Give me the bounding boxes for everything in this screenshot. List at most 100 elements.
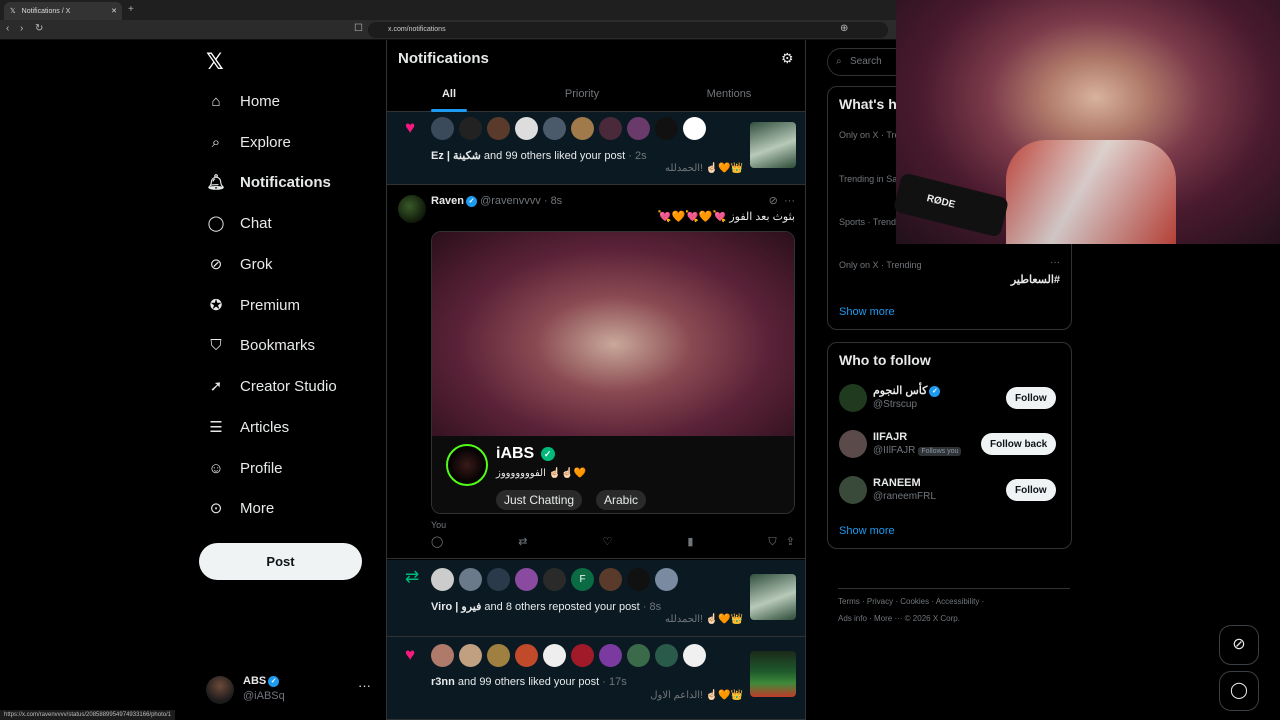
retweet-icon[interactable]: ⇄	[518, 535, 527, 549]
avatar[interactable]	[515, 117, 538, 140]
avatar[interactable]	[431, 568, 454, 591]
suggested-name-row[interactable]: كأس النجوم ✓	[873, 384, 941, 397]
nav-explore[interactable]: ⌕ Explore	[206, 130, 291, 154]
show-more-link[interactable]: Show more	[839, 306, 895, 318]
bookmark-page-icon[interactable]: ☐	[354, 23, 363, 34]
avatar[interactable]	[655, 568, 678, 591]
stream-screenshot[interactable]	[432, 232, 794, 436]
trend-name[interactable]: #السعاطير	[1011, 273, 1060, 286]
views-icon[interactable]: ▮	[687, 535, 693, 549]
avatar-letter[interactable]: F	[571, 568, 594, 591]
avatar[interactable]	[459, 644, 482, 667]
avatar[interactable]	[571, 644, 594, 667]
address-bar[interactable]: x.com/notifications	[368, 22, 888, 38]
post-thumbnail[interactable]	[750, 574, 796, 620]
avatar[interactable]	[398, 195, 426, 223]
nav-grok[interactable]: ⊘ Grok	[206, 252, 273, 276]
nav-articles[interactable]: ☰ Articles	[206, 415, 289, 439]
avatar[interactable]	[515, 568, 538, 591]
browser-tab[interactable]: 𝕏 Notifications / X ✕	[4, 2, 122, 20]
notification-like[interactable]: ♥ r3nn and 99 others liked your post · 1…	[387, 637, 805, 720]
trend-meta[interactable]: Only on X · Trending	[839, 260, 922, 270]
avatar[interactable]	[839, 430, 867, 458]
avatar[interactable]	[655, 644, 678, 667]
post-thumbnail[interactable]	[750, 122, 796, 168]
suggested-name[interactable]: RANEEM	[873, 477, 921, 489]
follow-back-button[interactable]: Follow back	[981, 433, 1057, 455]
avatar[interactable]	[543, 568, 566, 591]
avatar[interactable]	[515, 644, 538, 667]
trend-meta[interactable]: Trending in Sa	[839, 174, 897, 184]
back-icon[interactable]: ‹	[6, 23, 9, 34]
avatar[interactable]	[487, 117, 510, 140]
post-button[interactable]: Post	[199, 543, 362, 580]
avatar[interactable]	[683, 644, 706, 667]
avatar[interactable]	[839, 476, 867, 504]
tweet-author[interactable]: Raven ✓ @ravenvvvv · 8s	[431, 195, 562, 207]
avatar[interactable]	[655, 117, 678, 140]
bookmark-icon[interactable]: ⛉	[768, 536, 776, 548]
nav-premium[interactable]: ✪ Premium	[206, 293, 300, 317]
avatar[interactable]	[543, 117, 566, 140]
nav-more[interactable]: ⊙ More	[206, 496, 274, 520]
post-thumbnail[interactable]	[750, 651, 796, 697]
avatar[interactable]	[459, 117, 482, 140]
avatar[interactable]	[599, 568, 622, 591]
avatar[interactable]	[487, 644, 510, 667]
tweet[interactable]: Raven ✓ @ravenvvvv · 8s ⊘ ··· بثوث بعد ال…	[387, 185, 805, 559]
nav-home[interactable]: ⌂ Home	[206, 89, 280, 113]
nav-bookmarks[interactable]: ⛉ Bookmarks	[206, 333, 315, 357]
avatar[interactable]	[459, 568, 482, 591]
x-logo-icon[interactable]: 𝕏	[206, 50, 224, 75]
grok-icon[interactable]: ⊘	[1219, 625, 1259, 665]
tab-mentions[interactable]: Mentions	[669, 88, 789, 100]
avatar[interactable]	[599, 644, 622, 667]
tab-all[interactable]: All	[389, 88, 509, 100]
follow-button[interactable]: Follow	[1006, 387, 1056, 409]
new-tab-icon[interactable]: +	[128, 4, 134, 15]
nav-notifications[interactable]: 🔔︎ Notifications	[206, 170, 330, 194]
footer-line[interactable]: Ads info · More ··· © 2026 X Corp.	[838, 610, 1070, 627]
avatar[interactable]	[627, 117, 650, 140]
forward-icon[interactable]: ›	[20, 23, 23, 34]
tweet-media[interactable]: iABS ✓ الفوووووووز ☝🏻☝🏻🧡 Just Chatting A…	[431, 231, 795, 514]
reply-icon[interactable]: ◯	[431, 535, 443, 549]
nav-chat[interactable]: ◯ Chat	[206, 211, 272, 235]
gear-icon[interactable]: ⚙	[781, 50, 794, 67]
trend-meta[interactable]: Sports · Trend	[839, 217, 896, 227]
reload-icon[interactable]: ↻	[35, 23, 43, 34]
nav-profile[interactable]: ☺ Profile	[206, 456, 282, 480]
actor-name[interactable]: Viro | فيرو	[431, 601, 481, 613]
avatar[interactable]	[839, 384, 867, 412]
tab-priority[interactable]: Priority	[522, 88, 642, 100]
suggested-name[interactable]: IIFAJR	[873, 431, 907, 443]
close-tab-icon[interactable]: ✕	[111, 7, 117, 15]
avatar[interactable]	[431, 117, 454, 140]
avatar[interactable]	[683, 117, 706, 140]
avatar[interactable]	[571, 117, 594, 140]
actor-name[interactable]: Ez | شكينة	[431, 150, 481, 162]
footer-line[interactable]: Terms · Privacy · Cookies · Accessibilit…	[838, 593, 1070, 610]
show-more-link[interactable]: Show more	[839, 525, 895, 537]
more-options-icon[interactable]: ···	[358, 678, 371, 693]
notification-repost[interactable]: ⇄ F Viro | فيرو and 8 others reposted yo…	[387, 560, 805, 637]
actor-name[interactable]: r3nn	[431, 676, 455, 688]
avatar[interactable]	[627, 568, 650, 591]
like-icon[interactable]: ♡	[602, 535, 612, 549]
zoom-icon[interactable]: ⊕	[840, 23, 848, 34]
grok-icon[interactable]: ⊘	[769, 195, 778, 207]
follow-button[interactable]: Follow	[1006, 479, 1056, 501]
avatar[interactable]	[543, 644, 566, 667]
share-icon[interactable]: ⇪	[786, 536, 795, 548]
account-switcher[interactable]: ABS ✓ @iABSq ···	[206, 672, 376, 708]
chat-icon[interactable]: ◯	[1219, 671, 1259, 711]
more-options-icon[interactable]: ···	[1050, 257, 1060, 268]
avatar[interactable]	[599, 117, 622, 140]
avatar[interactable]	[627, 644, 650, 667]
trend-meta[interactable]: Only on X · Tre	[839, 130, 900, 140]
avatar[interactable]	[487, 568, 510, 591]
avatar[interactable]	[431, 644, 454, 667]
notification-like[interactable]: ♥ Ez | شكينة and 99 others liked your po…	[387, 112, 805, 185]
nav-creator-studio[interactable]: ➚ Creator Studio	[206, 374, 337, 398]
more-options-icon[interactable]: ···	[784, 195, 795, 207]
